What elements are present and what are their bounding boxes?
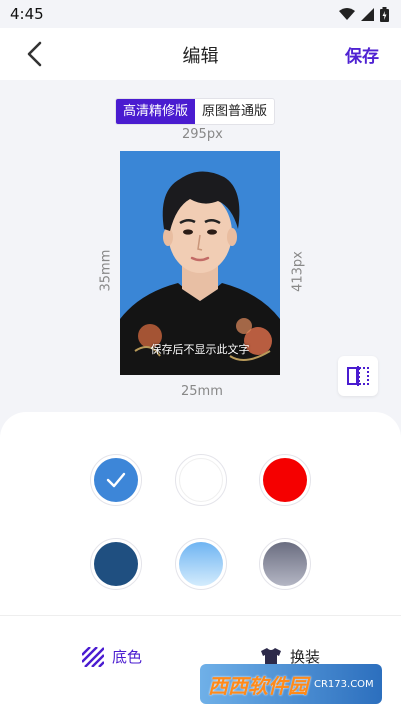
color-swatch-white[interactable] [175,454,227,506]
color-swatch-dark-blue[interactable] [90,538,142,590]
color-dot-white [179,458,223,502]
color-dot-blue [94,458,138,502]
quality-mode-toggle: 高清精修版 原图普通版 [115,98,276,125]
status-bar: 4:45 [0,0,401,28]
color-swatch-red[interactable] [259,454,311,506]
battery-icon [380,7,389,22]
wifi-icon [339,8,355,20]
tab-background-label: 底色 [112,648,143,666]
signal-icon [361,8,374,21]
watermark-note: 保存后不显示此文字 [150,343,250,356]
compare-button[interactable] [338,356,378,396]
compare-icon [347,366,369,386]
color-dot-dark-blue [94,542,138,586]
color-dot-gray [263,542,307,586]
site-logo-watermark: 西西软件园 CR173.COM [200,664,382,704]
photo-height-mm: 35mm [98,249,114,292]
save-button[interactable]: 保存 [345,42,379,67]
mode-option-original[interactable]: 原图普通版 [195,99,274,124]
mode-option-hd[interactable]: 高清精修版 [116,99,196,124]
tab-background-color[interactable]: 底色 [82,646,142,667]
checkmark-icon [106,472,126,488]
color-swatch-light-blue[interactable] [175,538,227,590]
logo-subtext: CR173.COM [314,678,374,690]
page-title: 编辑 [182,46,219,67]
logo-text: 西西软件园 [208,673,308,698]
photo-width-px: 295px [182,127,223,142]
status-time: 4:45 [10,5,44,23]
sheet-divider [0,615,401,616]
photo-height-px: 413px [290,251,306,292]
photo-width-mm: 25mm [181,384,223,399]
app-header: 编辑 保存 [0,28,401,80]
color-dot-red [263,458,307,502]
status-icons [339,7,389,22]
stripes-icon [82,646,104,667]
color-swatch-blue[interactable] [90,454,142,506]
color-dot-light-blue [179,542,223,586]
color-swatch-gray[interactable] [259,538,311,590]
id-photo-preview: 保存后不显示此文字 [120,151,280,375]
